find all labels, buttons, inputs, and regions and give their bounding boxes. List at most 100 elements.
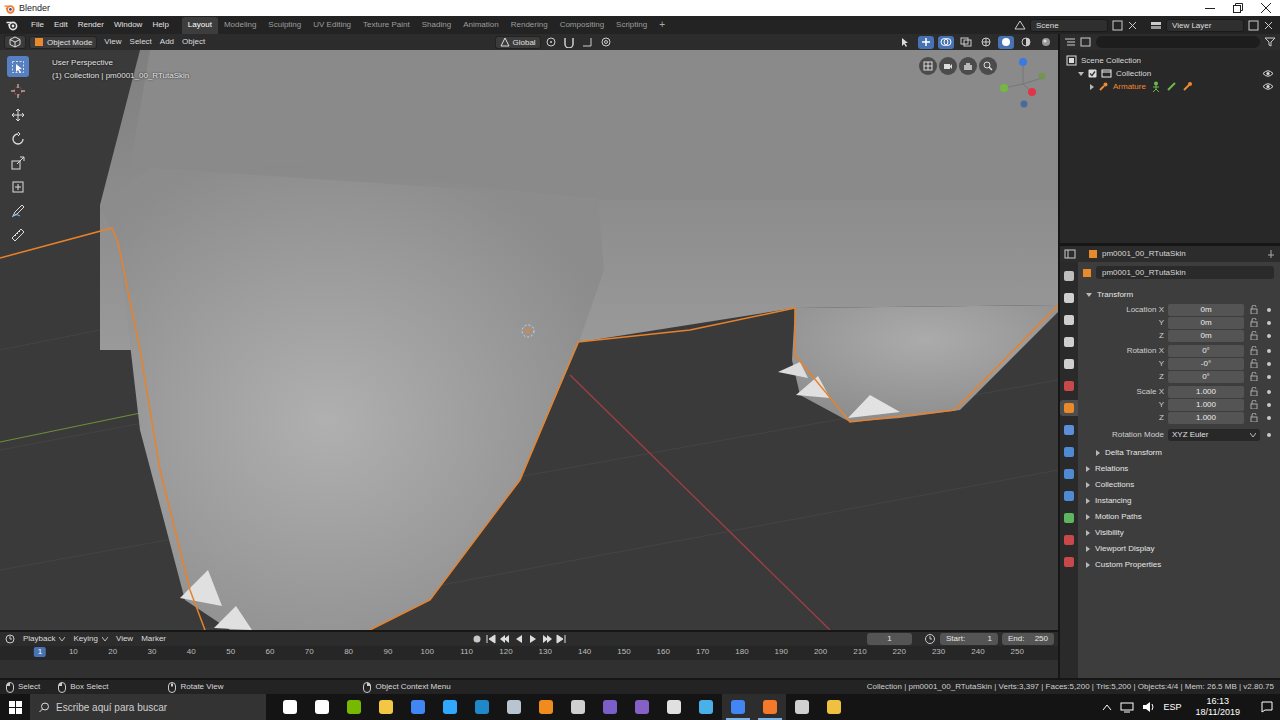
taskbar-app-icon[interactable]	[402, 694, 434, 720]
filter-icon[interactable]	[1264, 37, 1276, 47]
viewport-toggle-icon[interactable]	[938, 36, 954, 49]
expand-arrow-icon[interactable]	[1086, 498, 1090, 504]
proportional-icon[interactable]	[599, 36, 613, 48]
volume-icon[interactable]	[1142, 701, 1156, 713]
viewport-toggle-icon[interactable]	[918, 36, 934, 49]
outliner-row[interactable]: Scene Collection	[1060, 54, 1280, 67]
keyframe-dot[interactable]	[1264, 359, 1274, 369]
jump-start-icon[interactable]	[486, 634, 496, 644]
taskbar-app-icon[interactable]	[690, 694, 722, 720]
expand-arrow-icon[interactable]	[1086, 466, 1090, 472]
lock-icon[interactable]	[1248, 331, 1260, 340]
timeline-area[interactable]	[0, 660, 1058, 678]
viewport-canvas[interactable]: User Perspective (1) Collection | pm0001…	[0, 50, 1058, 630]
transform-panel-header[interactable]: Transform	[1082, 287, 1274, 303]
properties-tab[interactable]	[1060, 356, 1078, 372]
workspace-tab[interactable]: Animation	[457, 17, 505, 34]
property-field[interactable]: 0m	[1168, 317, 1244, 329]
property-field[interactable]: 1.000	[1168, 399, 1244, 411]
expand-arrow-icon[interactable]	[1078, 72, 1084, 76]
properties-tab[interactable]	[1060, 290, 1078, 306]
keyframe-dot[interactable]	[1264, 387, 1274, 397]
panel-header[interactable]: Visibility	[1082, 525, 1274, 541]
axis-gizmo-icon[interactable]	[990, 52, 1050, 114]
properties-tab[interactable]	[1060, 532, 1078, 548]
taskbar-app-icon[interactable]	[434, 694, 466, 720]
taskbar-app-icon[interactable]	[562, 694, 594, 720]
taskbar-app-icon[interactable]	[658, 694, 690, 720]
clock[interactable]: 16:13 18/11/2019	[1190, 696, 1246, 718]
view-layer-field[interactable]: View Layer	[1166, 19, 1244, 32]
lock-icon[interactable]	[1248, 318, 1260, 327]
properties-tab[interactable]	[1060, 334, 1078, 350]
tool-icon[interactable]	[7, 224, 29, 245]
lock-icon[interactable]	[1248, 359, 1260, 368]
menu-item[interactable]: Window	[109, 20, 147, 30]
property-field[interactable]: 1.000	[1168, 386, 1244, 398]
viewport-toggle-icon[interactable]	[978, 36, 994, 49]
property-field[interactable]: -0°	[1168, 358, 1244, 370]
panel-header[interactable]: Instancing	[1082, 493, 1274, 509]
rotation-mode-dropdown[interactable]: XYZ Euler	[1168, 429, 1260, 441]
workspace-tab[interactable]: Texture Paint	[357, 17, 416, 34]
windows-start-icon[interactable]	[0, 694, 30, 720]
properties-tab[interactable]	[1060, 422, 1078, 438]
property-field[interactable]: 0m	[1168, 330, 1244, 342]
expand-arrow-icon[interactable]	[1086, 514, 1090, 520]
properties-tab[interactable]	[1060, 400, 1078, 416]
menu-item[interactable]: Edit	[49, 20, 73, 30]
lock-icon[interactable]	[1248, 305, 1260, 314]
delete-scene-icon[interactable]	[1127, 20, 1138, 31]
pin-icon[interactable]	[1266, 249, 1276, 259]
network-icon[interactable]	[1120, 701, 1134, 713]
taskbar-search[interactable]	[30, 694, 266, 720]
tool-icon[interactable]	[7, 176, 29, 197]
taskbar-app-icon[interactable]	[722, 694, 754, 720]
end-frame-field[interactable]: End: 250	[1002, 633, 1054, 645]
pan-hand-icon[interactable]	[959, 57, 977, 75]
input-language[interactable]: ESP	[1164, 702, 1182, 713]
properties-tab[interactable]	[1060, 444, 1078, 460]
menu-item[interactable]: Help	[147, 20, 173, 30]
expand-arrow-icon[interactable]	[1086, 482, 1090, 488]
workspace-tab[interactable]: Modeling	[218, 17, 262, 34]
tool-icon[interactable]	[7, 56, 29, 77]
pivot-icon[interactable]	[545, 36, 559, 48]
keyframe-dot[interactable]	[1264, 413, 1274, 423]
outliner-search[interactable]	[1096, 36, 1260, 48]
lock-icon[interactable]	[1248, 413, 1260, 422]
expand-arrow-icon[interactable]	[1086, 530, 1090, 536]
visibility-eye-icon[interactable]	[1262, 82, 1274, 91]
workspace-tab[interactable]: Layout	[182, 17, 218, 34]
outliner-label[interactable]: Collection	[1116, 69, 1151, 79]
property-field[interactable]: 0°	[1168, 345, 1244, 357]
taskbar-app-icon[interactable]	[530, 694, 562, 720]
expand-arrow-icon[interactable]	[1086, 546, 1090, 552]
property-field[interactable]: 0°	[1168, 371, 1244, 383]
tool-icon[interactable]	[7, 104, 29, 125]
properties-tab[interactable]	[1060, 378, 1078, 394]
outliner-row[interactable]: Armature	[1060, 80, 1280, 93]
tool-icon[interactable]	[7, 80, 29, 101]
taskbar-app-icon[interactable]	[338, 694, 370, 720]
menu-item[interactable]: File	[26, 20, 49, 30]
start-frame-field[interactable]: Start: 1	[940, 633, 998, 645]
keyframe-dot[interactable]	[1264, 372, 1274, 382]
lock-icon[interactable]	[1248, 400, 1260, 409]
workspace-tab[interactable]: Shading	[416, 17, 457, 34]
close-icon[interactable]	[1252, 0, 1280, 16]
properties-tab[interactable]	[1060, 466, 1078, 482]
viewport-menu[interactable]: Object	[178, 37, 209, 47]
snap-icon[interactable]	[563, 36, 577, 48]
delete-layer-icon[interactable]	[1263, 20, 1274, 31]
lock-icon[interactable]	[1248, 346, 1260, 355]
frame-ruler[interactable]: 1020304050607080901001101201301401501601…	[0, 646, 1058, 660]
workspace-tab[interactable]: Scripting	[610, 17, 653, 34]
tray-chevron-icon[interactable]	[1102, 703, 1112, 711]
restore-icon[interactable]	[1224, 0, 1252, 16]
view-layer-icon[interactable]	[1150, 19, 1162, 31]
expand-arrow-icon[interactable]	[1096, 450, 1100, 456]
taskbar-app-icon[interactable]	[370, 694, 402, 720]
viewport-toggle-icon[interactable]	[998, 36, 1014, 49]
visibility-eye-icon[interactable]	[1262, 69, 1274, 78]
